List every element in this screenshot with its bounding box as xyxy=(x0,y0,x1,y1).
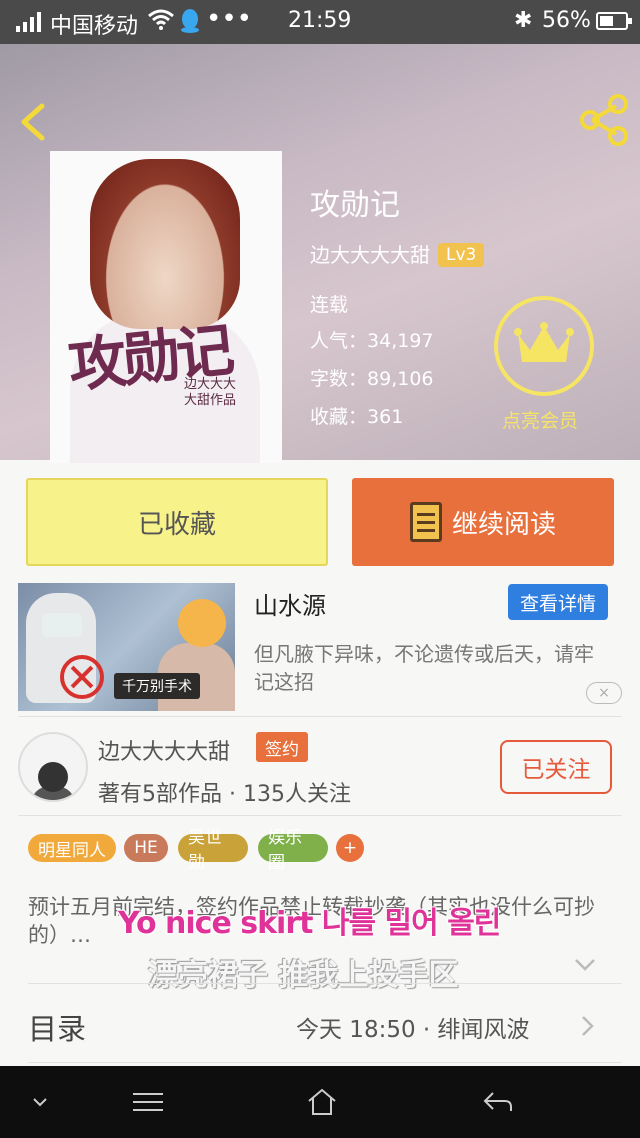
prohibited-icon xyxy=(60,655,104,699)
ad-title[interactable]: 山水源 xyxy=(254,586,326,621)
book-header: 攻勋记 边大大大大甜作品 攻勋记 边大大大大甜 Lv3 连载 人气：34,197 … xyxy=(0,44,640,463)
avatar-head xyxy=(38,762,68,792)
word-count-stat: 字数：89,106 xyxy=(310,368,434,390)
back-arrow-icon[interactable] xyxy=(14,102,54,142)
cover-author-art: 边大大大大甜作品 xyxy=(183,377,236,408)
tag-item[interactable]: 明星同人 xyxy=(28,834,116,862)
crown-icon xyxy=(514,322,574,362)
table-of-contents-label[interactable]: 目录 xyxy=(28,1006,86,1048)
ad-details-button[interactable]: 查看详情 xyxy=(508,584,608,620)
chevron-right-icon[interactable] xyxy=(580,1014,596,1038)
menu-nav-button[interactable] xyxy=(126,1066,170,1138)
continue-reading-label: 继续阅读 xyxy=(451,509,556,540)
chevron-down-icon[interactable] xyxy=(574,958,596,972)
add-tag-button[interactable]: + xyxy=(336,834,364,862)
lyric-overlay-korean: Yo nice skirt 나를 밀어 올린 xyxy=(118,906,501,941)
ad-close-button[interactable]: × xyxy=(586,682,622,704)
divider xyxy=(18,716,622,717)
book-author-row: 边大大大大甜 Lv3 xyxy=(310,239,485,268)
status-bar: 中国移动 ••• 21:59 ✱ 56% xyxy=(0,0,640,44)
carrier-label: 中国移动 xyxy=(50,14,139,39)
popularity-stat: 人气：34,197 xyxy=(310,330,434,352)
hide-nav-button[interactable] xyxy=(20,1066,60,1138)
battery-percent: 56% xyxy=(542,8,591,33)
home-icon xyxy=(308,1088,336,1115)
vip-label[interactable]: 点亮会员 xyxy=(502,406,578,433)
latest-chapter[interactable]: 今天 18:50 · 绯闻风波 xyxy=(296,1010,530,1044)
author-avatar[interactable] xyxy=(18,732,88,802)
book-icon xyxy=(409,502,442,542)
angry-emoji-icon xyxy=(178,599,226,647)
serial-status: 连载 xyxy=(310,294,349,316)
book-title: 攻勋记 xyxy=(310,188,400,223)
favorites-stat: 收藏：361 xyxy=(310,406,404,428)
back-icon xyxy=(483,1092,512,1111)
collected-button[interactable]: 已收藏 xyxy=(26,478,328,566)
vip-button[interactable] xyxy=(494,296,594,396)
qq-icon xyxy=(181,9,199,33)
home-nav-button[interactable] xyxy=(300,1066,344,1138)
author-name[interactable]: 边大大大大甜 xyxy=(98,734,230,766)
back-nav-button[interactable] xyxy=(476,1066,520,1138)
system-nav-bar xyxy=(0,1066,640,1138)
author-level-badge: Lv3 xyxy=(438,243,485,267)
bluetooth-icon: ✱ xyxy=(514,8,533,33)
ad-mask xyxy=(42,613,82,637)
tag-item[interactable]: 吴世勋 xyxy=(178,828,248,873)
chevron-down-icon xyxy=(33,1098,47,1107)
signed-badge: 签约 xyxy=(256,732,308,762)
more-notifications-icon: ••• xyxy=(206,4,253,34)
book-author-name[interactable]: 边大大大大甜 xyxy=(310,243,430,267)
author-meta: 著有5部作品 · 135人关注 xyxy=(98,782,351,807)
tag-item[interactable]: HE xyxy=(124,834,168,862)
menu-icon xyxy=(133,1093,163,1111)
clock: 21:59 xyxy=(288,8,352,33)
divider xyxy=(28,1062,622,1063)
tag-item[interactable]: 娱乐圈 xyxy=(258,828,328,873)
ad-image-caption: 千万别手术 xyxy=(114,673,200,699)
signal-icon xyxy=(16,12,41,32)
wifi-icon xyxy=(148,8,174,36)
follow-button[interactable]: 已关注 xyxy=(500,740,612,794)
lyric-overlay-chinese: 漂亮裙子 推我上投手区 xyxy=(148,958,459,993)
continue-reading-button[interactable]: 继续阅读 xyxy=(352,478,614,566)
divider xyxy=(18,815,622,816)
ad-description[interactable]: 但凡腋下异味，不论遗传或后天，请牢记这招 xyxy=(254,640,604,696)
share-icon[interactable] xyxy=(578,94,630,146)
book-cover[interactable]: 攻勋记 边大大大大甜作品 xyxy=(50,151,282,463)
ad-image[interactable]: 千万别手术 xyxy=(18,583,235,711)
battery-icon xyxy=(596,12,632,30)
divider xyxy=(28,983,622,984)
